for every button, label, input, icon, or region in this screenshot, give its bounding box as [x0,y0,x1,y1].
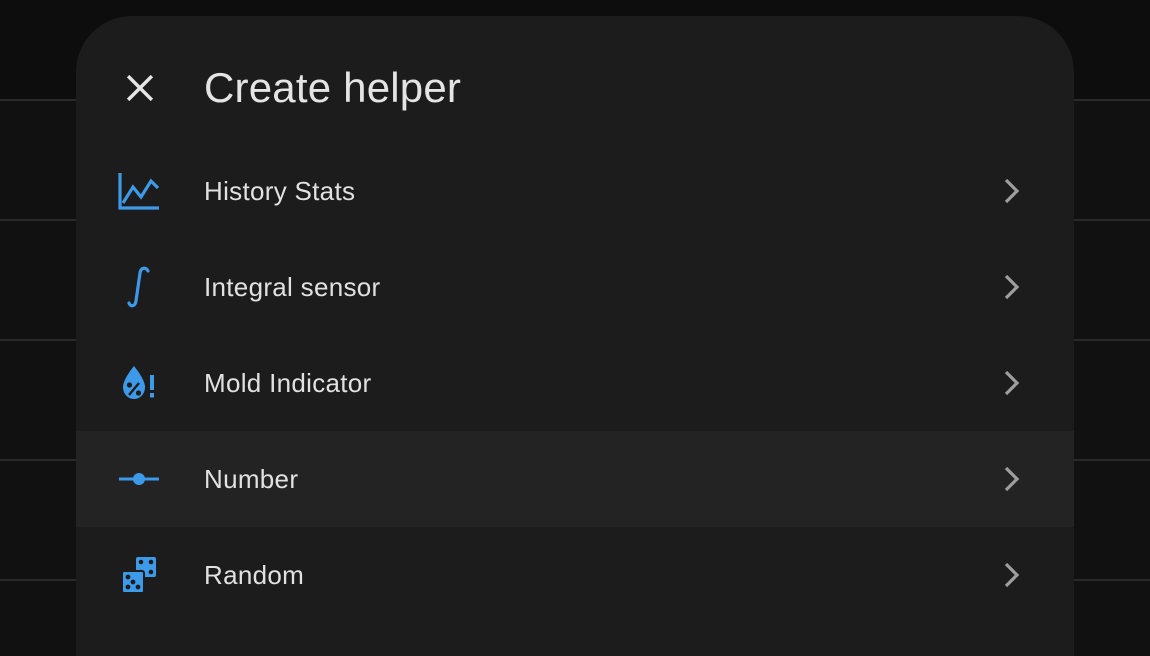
slider-icon [116,456,162,502]
list-item-history-stats[interactable]: History Stats [76,143,1074,239]
item-label: Random [204,559,305,590]
integral-icon [116,264,162,310]
dialog-header: Create helper [76,16,1074,146]
item-label: Integral sensor [204,271,381,302]
dialog-title: Create helper [204,64,462,111]
list-item-number[interactable]: Number [76,431,1074,527]
chevron-right-icon [996,560,1026,590]
list-item-mold-indicator[interactable]: Mold Indicator [76,335,1074,431]
close-button[interactable] [116,64,164,112]
list-item-random[interactable]: Random [76,527,1074,623]
chevron-right-icon [996,176,1026,206]
item-label: History Stats [204,175,356,206]
chart-line-icon [116,168,162,214]
chevron-right-icon [996,368,1026,398]
item-label: Mold Indicator [204,367,372,398]
create-helper-dialog: Create helper History Stats Integral sen… [76,16,1074,656]
water-percent-alert-icon [116,360,162,406]
list-item-integral-sensor[interactable]: Integral sensor [76,239,1074,335]
close-icon [126,74,154,102]
item-label: Number [204,463,299,494]
chevron-right-icon [996,272,1026,302]
dice-icon [116,552,162,598]
chevron-right-icon [996,464,1026,494]
